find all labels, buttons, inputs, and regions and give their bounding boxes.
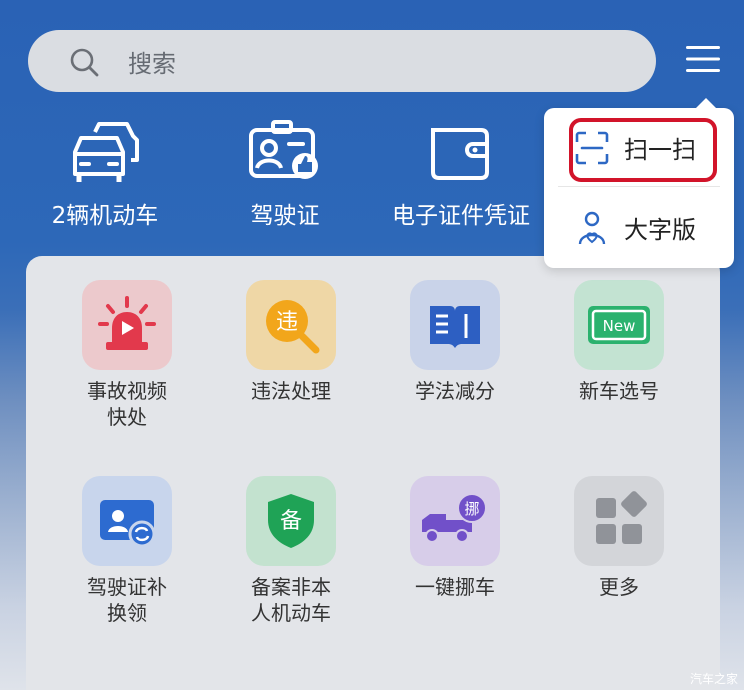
service-icon-box: 备 [246, 476, 336, 566]
dropdown-caret [694, 98, 718, 110]
svg-text:违: 违 [276, 310, 298, 335]
dropdown-divider [558, 186, 720, 187]
search-placeholder: 搜索 [128, 50, 176, 78]
elder-mode-icon [578, 211, 606, 245]
service-new-plate[interactable]: New 新车选号 [544, 280, 694, 460]
menu-item-large-text[interactable]: 大字版 [544, 190, 734, 266]
menu-item-scan[interactable]: 扫一扫 [544, 110, 734, 186]
service-icon-box [82, 280, 172, 370]
search-icon [70, 48, 99, 77]
service-icon-box: 违 [246, 280, 336, 370]
tow-truck-icon: 挪 [422, 493, 487, 543]
service-label: 备案非本 人机动车 [251, 575, 331, 625]
quick-item-label: 驾驶证 [250, 203, 320, 229]
service-icon-box: 挪 [410, 476, 500, 566]
scan-icon [575, 131, 609, 165]
service-label: 学法减分 [415, 379, 495, 403]
service-license-renewal[interactable]: 驾驶证补 换领 [52, 476, 202, 656]
service-label: 事故视频 快处 [87, 379, 167, 429]
quick-item-label: 2辆机动车 [51, 203, 159, 229]
watermark: 汽车之家 [690, 672, 739, 686]
book-icon [430, 306, 480, 348]
quick-item-vehicles[interactable]: 2辆机动车 [20, 108, 190, 238]
service-register-vehicle[interactable]: 备 备案非本 人机动车 [216, 476, 366, 656]
vehicles-icon [73, 122, 139, 182]
menu-item-label: 扫一扫 [624, 136, 696, 164]
hamburger-menu-icon[interactable] [684, 42, 722, 76]
more-grid-icon [596, 491, 647, 544]
service-study-law[interactable]: 学法减分 [380, 280, 530, 460]
quick-item-e-certificate[interactable]: 电子证件凭证 [376, 108, 546, 238]
service-icon-box [410, 280, 500, 370]
service-label: 驾驶证补 换领 [87, 575, 167, 625]
alarm-video-icon [98, 296, 156, 350]
service-violation-handling[interactable]: 违 违法处理 [216, 280, 366, 460]
svg-text:New: New [603, 317, 636, 335]
service-icon-box: New [574, 280, 664, 370]
violation-search-icon: 违 [266, 300, 320, 354]
service-icon-box [574, 476, 664, 566]
service-move-car[interactable]: 挪 一键挪车 [380, 476, 530, 656]
service-label: 新车选号 [579, 379, 659, 403]
service-more[interactable]: 更多 [544, 476, 694, 656]
license-icon [249, 120, 318, 179]
search-bar[interactable]: 搜索 [28, 30, 656, 92]
wallet-icon [431, 128, 489, 180]
shield-icon: 备 [268, 494, 314, 548]
svg-text:备: 备 [280, 509, 302, 534]
quick-item-license[interactable]: 驾驶证 [200, 108, 370, 238]
service-label: 违法处理 [251, 379, 331, 403]
svg-text:挪: 挪 [464, 500, 479, 518]
menu-item-label: 大字版 [624, 216, 696, 244]
quick-item-label: 电子证件凭证 [392, 203, 530, 229]
menu-dropdown: 扫一扫 大字版 [544, 98, 734, 268]
new-plate-icon: New [588, 306, 650, 344]
services-card: 事故视频 快处 违 违法处理 学法减分 New 新车选号 驾驶证补 换领 备 备… [26, 256, 720, 690]
license-renew-icon [100, 500, 156, 548]
service-label: 一键挪车 [415, 575, 495, 599]
service-accident-video[interactable]: 事故视频 快处 [52, 280, 202, 460]
service-icon-box [82, 476, 172, 566]
service-label: 更多 [599, 575, 639, 599]
